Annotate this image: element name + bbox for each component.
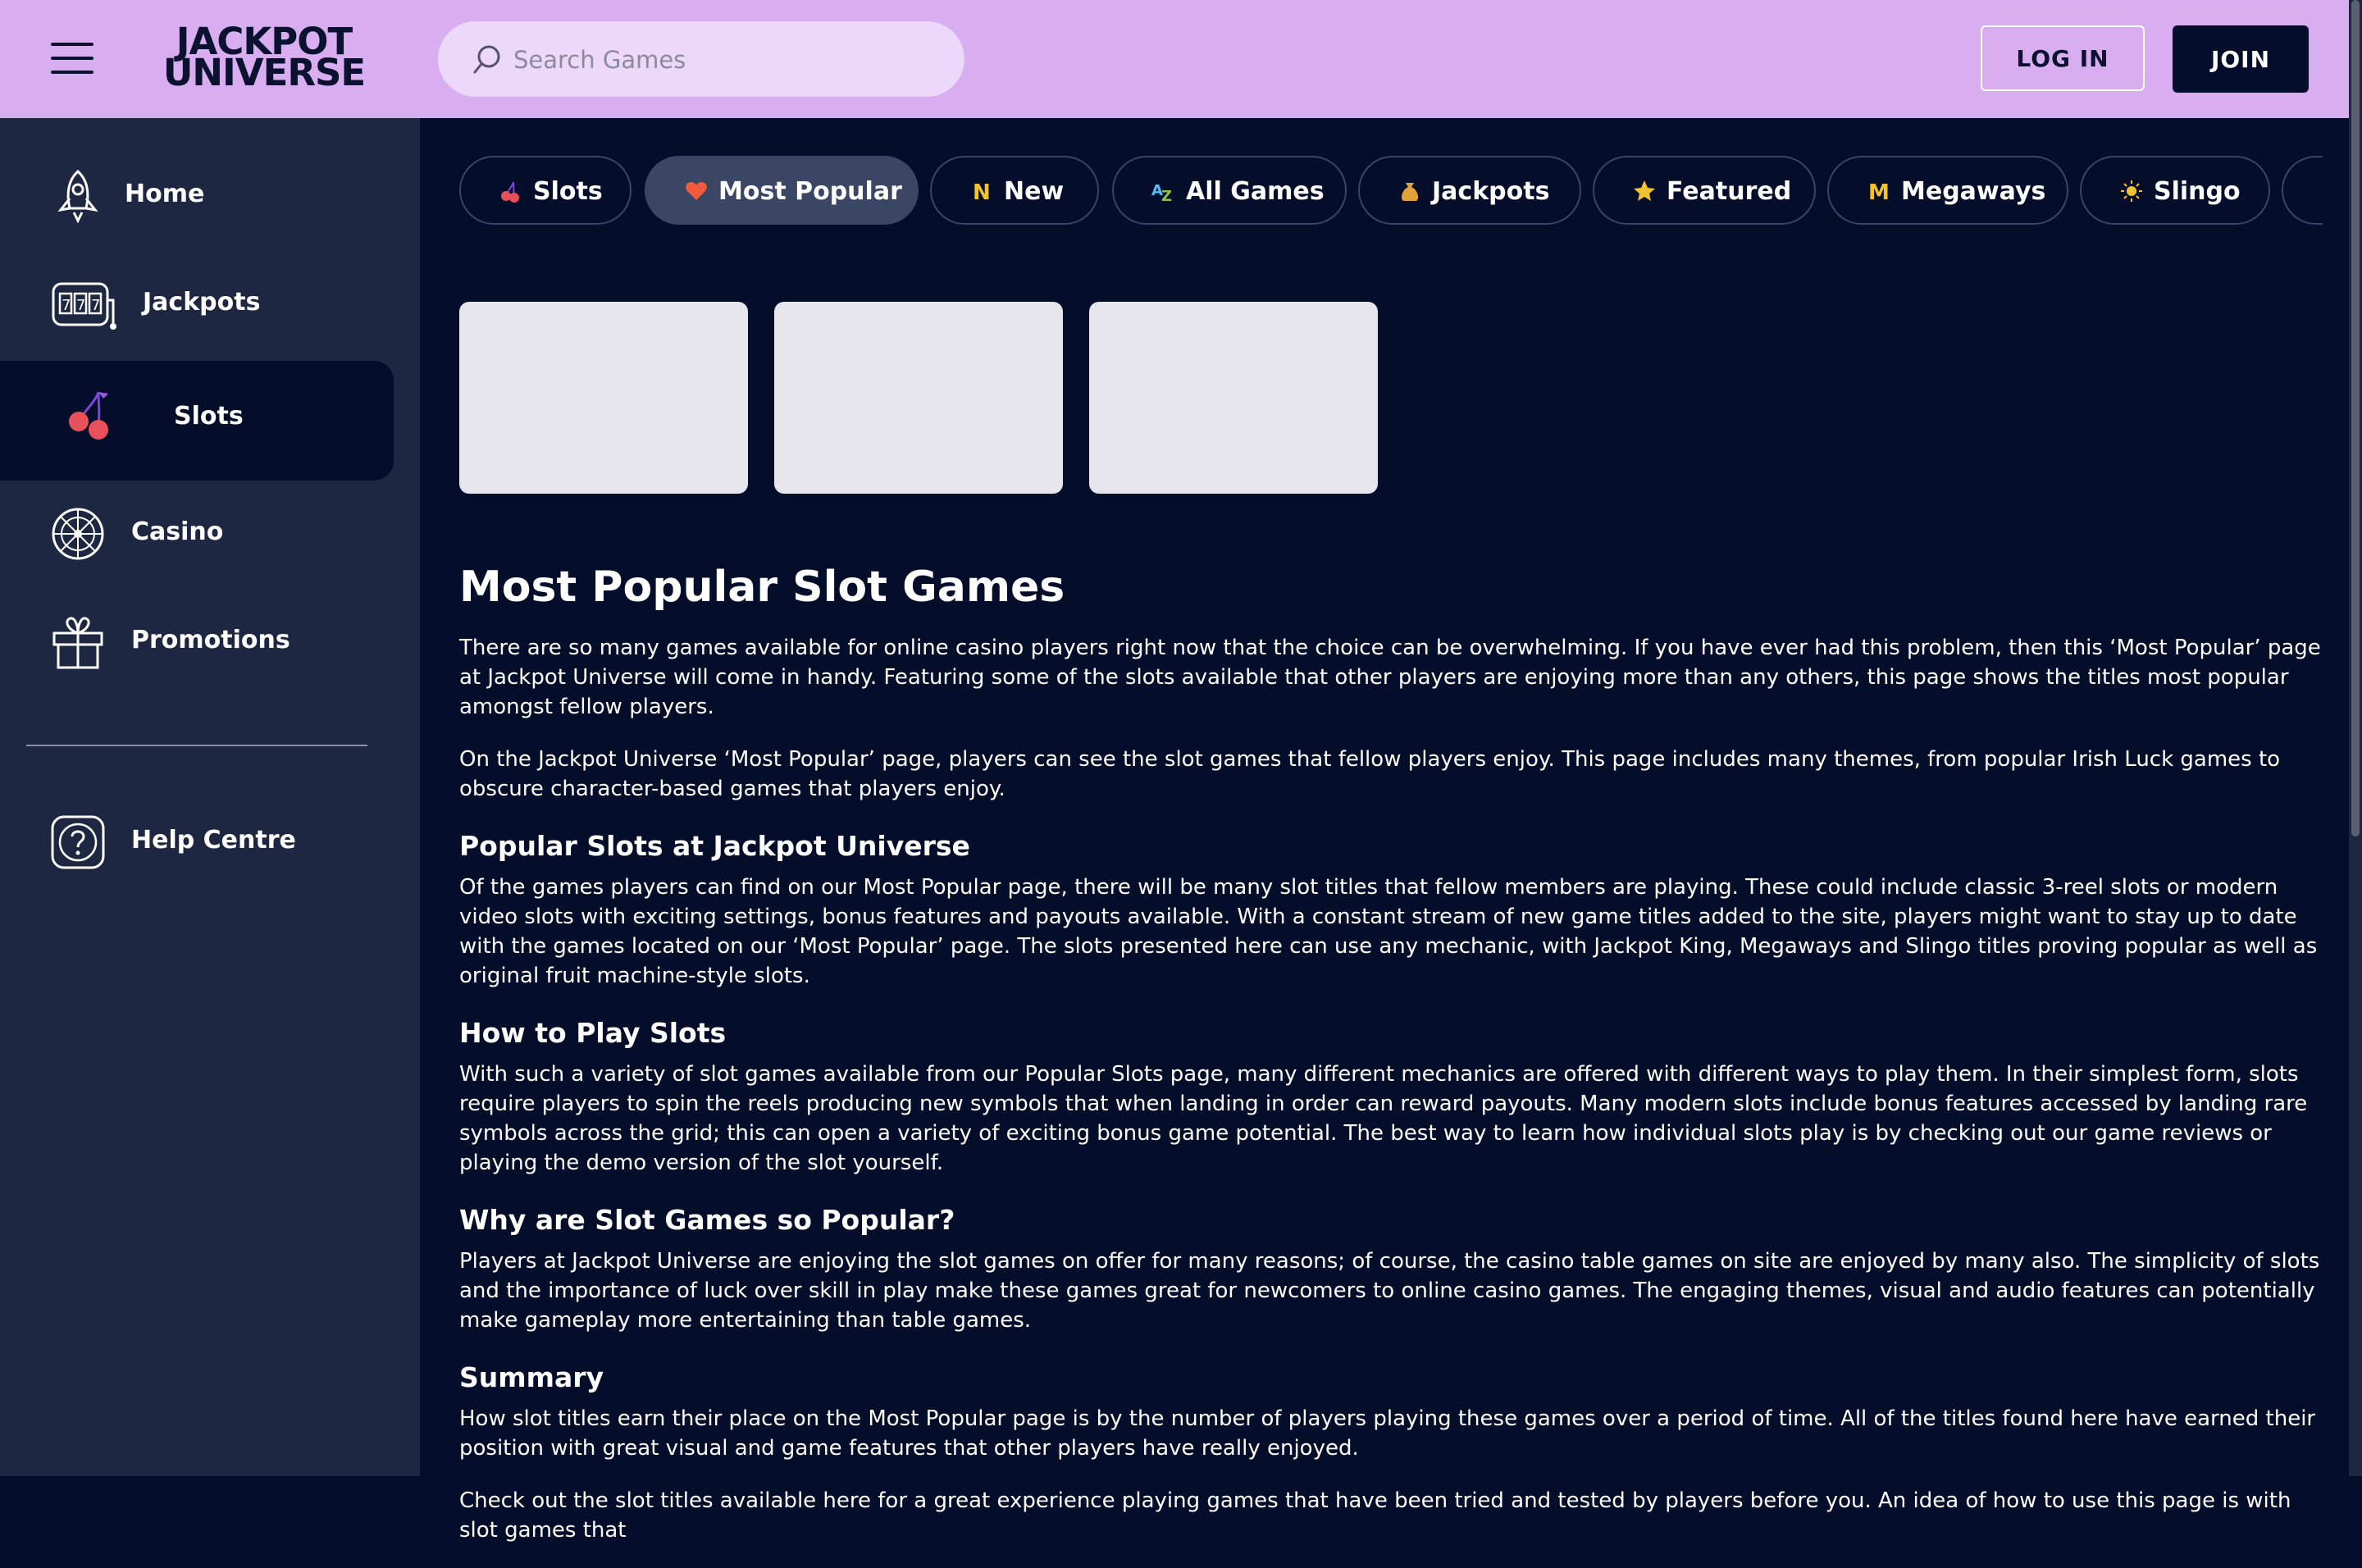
money-bag-icon [1402,183,1418,201]
article-paragraph: There are so many games available for on… [459,636,2321,719]
tab-label: All Games [1186,177,1325,206]
article-paragraph: On the Jackpot Universe ‘Most Popular’ p… [459,747,2281,801]
sun-icon [2121,180,2142,202]
sidebar-divider [26,745,367,746]
tab-megaways[interactable]: M Megaways [1827,156,2068,225]
sidebar-item-label: Casino [131,517,224,546]
article-paragraph: Players at Jackpot Universe are enjoying… [459,1249,2320,1333]
new-badge-icon: N [973,180,991,203]
tab-new[interactable]: N New [930,156,1099,225]
section-heading: Why are Slot Games so Popular? [459,1204,955,1236]
page-scrollbar[interactable] [2349,0,2362,1476]
article-paragraph: Of the games players can find on our Mos… [459,875,2318,988]
sidebar-item-label: Help Centre [131,826,296,855]
tab-label: Slingo [2154,177,2241,206]
tab-slingo[interactable]: Slingo [2080,156,2270,225]
cherries-icon [69,391,108,440]
cherries-icon [501,181,519,203]
star-icon [1634,180,1655,201]
logo-line-2: UNIVERSE [162,51,366,94]
tab-label: New [1004,177,1065,206]
hamburger-menu-icon[interactable] [51,41,93,75]
sidebar-item-jackpots[interactable]: 7 7 7 Jackpots [0,247,394,362]
top-header: JACKPOT UNIVERSE LOG IN JOIN [0,0,2349,118]
scrollbar-thumb[interactable] [2351,0,2360,836]
sidebar-item-label: Slots [174,402,244,431]
svg-text:M: M [1868,180,1890,203]
search-input[interactable] [512,39,942,80]
sidebar-item-promotions[interactable]: Promotions [0,585,394,700]
section-heading: How to Play Slots [459,1017,727,1049]
log-in-button[interactable]: LOG IN [1981,25,2145,91]
tab-slots[interactable]: Slots [459,156,632,225]
sidebar-item-casino[interactable]: Casino [0,476,394,591]
article-paragraph: With such a variety of slot games availa… [459,1062,2308,1175]
tab-label: Featured [1667,177,1792,206]
join-button[interactable]: JOIN [2173,25,2309,93]
tab-jackpots[interactable]: Jackpots [1358,156,1581,225]
sidebar: Home 7 7 7 Jackpots Slots Casino Promoti… [0,118,420,1476]
sidebar-item-label: Promotions [131,626,290,654]
tab-all-games[interactable]: A Z All Games [1112,156,1347,225]
rocket-icon [57,169,98,224]
svg-text:7: 7 [76,297,85,314]
tab-label: Most Popular [718,177,902,206]
seo-article: Most Popular Slot Games There are so man… [459,558,2321,1568]
search-box[interactable] [438,21,964,97]
heart-icon [686,182,707,200]
section-heading: Popular Slots at Jackpot Universe [459,830,970,862]
svg-text:7: 7 [91,297,100,314]
category-tabs: Slots Most Popular N New A Z All Games J… [459,156,2323,225]
game-tile[interactable] [774,302,1063,494]
game-tile[interactable] [1089,302,1378,494]
section-heading: Summary [459,1361,604,1393]
article-paragraph: Check out the slot titles available here… [459,1488,2291,1543]
roulette-icon [52,508,104,560]
tab-most-popular[interactable]: Most Popular [645,156,919,225]
sidebar-item-help-centre[interactable]: Help Centre [0,785,394,900]
tab-featured[interactable]: Featured [1593,156,1816,225]
game-tile[interactable] [459,302,748,494]
az-icon: A Z [1151,182,1172,203]
svg-text:Z: Z [1161,188,1172,203]
page-title: Most Popular Slot Games [459,563,1065,612]
slot-machine-icon: 7 7 7 [52,282,116,330]
svg-text:N: N [973,180,991,203]
sidebar-item-slots[interactable]: Slots [0,361,394,481]
sidebar-item-label: Home [125,180,205,208]
sidebar-item-label: Jackpots [143,288,261,317]
tab-label: Slots [533,177,603,206]
gift-icon [52,617,103,669]
tab-more-partial[interactable] [2282,156,2323,225]
tab-label: Jackpots [1432,177,1550,206]
tab-label: Megaways [1901,177,2046,206]
jackpot-universe-logo[interactable]: JACKPOT UNIVERSE [141,23,387,94]
help-icon [51,815,105,869]
megaways-icon: M [1868,180,1890,203]
article-paragraph: How slot titles earn their place on the … [459,1406,2316,1461]
search-icon [473,45,500,74]
svg-text:7: 7 [62,297,71,314]
sidebar-item-home[interactable]: Home [0,139,394,253]
